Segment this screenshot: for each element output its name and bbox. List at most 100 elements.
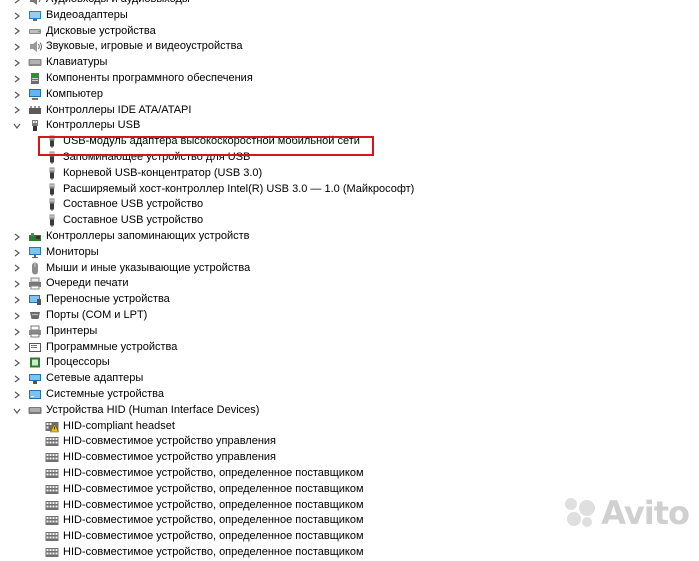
chevron-right-icon[interactable] bbox=[11, 0, 23, 8]
chevron-right-icon[interactable] bbox=[11, 324, 23, 340]
audio-io-icon bbox=[28, 0, 42, 6]
tree-device[interactable]: Расширяемый хост-контроллер Intel(R) USB… bbox=[0, 182, 699, 198]
tree-category[interactable]: Переносные устройства bbox=[0, 292, 699, 308]
usb-plug-icon bbox=[45, 183, 59, 196]
usb-plug-icon bbox=[45, 167, 59, 180]
disk-drive-icon bbox=[28, 25, 42, 38]
tree-category[interactable]: Программные устройства bbox=[0, 340, 699, 356]
tree-item-label: HID-совместимое устройство, определенное… bbox=[63, 482, 364, 495]
chevron-right-icon[interactable] bbox=[11, 371, 23, 387]
tree-item-label: Компоненты программного обеспечения bbox=[46, 71, 253, 84]
tree-device[interactable]: HID-совместимое устройство, определенное… bbox=[0, 545, 699, 561]
tree-category[interactable]: Порты (COM и LPT) bbox=[0, 308, 699, 324]
chevron-right-icon[interactable] bbox=[11, 24, 23, 40]
chevron-right-icon[interactable] bbox=[11, 39, 23, 55]
tree-item-label: Клавиатуры bbox=[46, 56, 108, 69]
hid-device-icon bbox=[45, 483, 59, 496]
chevron-right-icon[interactable] bbox=[11, 387, 23, 403]
tree-category[interactable]: Очереди печати bbox=[0, 276, 699, 292]
tree-category[interactable]: Системные устройства bbox=[0, 387, 699, 403]
chevron-down-icon[interactable] bbox=[11, 403, 23, 419]
chevron-right-icon[interactable] bbox=[11, 245, 23, 261]
chevron-right-icon[interactable] bbox=[11, 355, 23, 371]
tree-device[interactable]: HID-совместимое устройство управления bbox=[0, 434, 699, 450]
tree-category[interactable]: Клавиатуры bbox=[0, 55, 699, 71]
tree-category[interactable]: Звуковые, игровые и видеоустройства bbox=[0, 39, 699, 55]
hid-warning-icon bbox=[45, 420, 59, 433]
tree-item-label: HID-совместимое устройство, определенное… bbox=[63, 514, 364, 527]
tree-device[interactable]: Составное USB устройство bbox=[0, 197, 699, 213]
tree-item-label: Устройства HID (Human Interface Devices) bbox=[46, 403, 260, 416]
tree-category[interactable]: Мыши и иные указывающие устройства bbox=[0, 261, 699, 277]
tree-device[interactable]: Составное USB устройство bbox=[0, 213, 699, 229]
tree-category[interactable]: Компоненты программного обеспечения bbox=[0, 71, 699, 87]
tree-item-label: HID-совместимое устройство управления bbox=[63, 451, 277, 464]
chevron-right-icon[interactable] bbox=[11, 71, 23, 87]
tree-category[interactable]: Устройства HID (Human Interface Devices) bbox=[0, 403, 699, 419]
tree-device[interactable]: USB-модуль адаптера высокоскоростной моб… bbox=[0, 134, 699, 150]
tree-item-label: Программные устройства bbox=[46, 340, 178, 353]
tree-category[interactable]: Дисковые устройства bbox=[0, 24, 699, 40]
tree-device[interactable]: Запоминающее устройство для USB bbox=[0, 150, 699, 166]
device-tree: Аудиовходы и аудиовыходыВидеоадаптеры Дис… bbox=[0, 0, 699, 561]
watermark-text: Avito bbox=[601, 494, 690, 532]
chevron-right-icon[interactable] bbox=[11, 276, 23, 292]
tree-item-label: Очереди печати bbox=[46, 277, 129, 290]
processor-icon bbox=[28, 356, 42, 369]
tree-device[interactable]: HID-совместимое устройство, определенное… bbox=[0, 466, 699, 482]
tree-item-label: HID-совместимое устройство, определенное… bbox=[63, 466, 364, 479]
tree-item-label: Контроллеры IDE ATA/ATAPI bbox=[46, 103, 192, 116]
hid-device-icon bbox=[45, 499, 59, 512]
tree-item-label: Видеоадаптеры bbox=[46, 8, 128, 21]
tree-category[interactable]: Процессоры bbox=[0, 355, 699, 371]
chevron-right-icon[interactable] bbox=[11, 229, 23, 245]
storage-controller-icon bbox=[28, 230, 42, 243]
usb-controller-icon bbox=[28, 119, 42, 132]
tree-category[interactable]: Сетевые адаптеры bbox=[0, 371, 699, 387]
system-device-icon bbox=[28, 388, 42, 401]
hid-device-icon bbox=[45, 467, 59, 480]
chevron-right-icon[interactable] bbox=[11, 340, 23, 356]
hid-device-icon bbox=[45, 451, 59, 464]
tree-item-label: Мыши и иные указывающие устройства bbox=[46, 261, 251, 274]
tree-item-label: HID-совместимое устройство, определенное… bbox=[63, 498, 364, 511]
tree-category[interactable]: Контроллеры IDE ATA/ATAPI bbox=[0, 103, 699, 119]
tree-category[interactable]: Компьютер bbox=[0, 87, 699, 103]
tree-category[interactable]: Аудиовходы и аудиовыходы bbox=[0, 0, 699, 8]
tree-item-label: Принтеры bbox=[46, 324, 98, 337]
tree-device[interactable]: HID-совместимое устройство управления bbox=[0, 450, 699, 466]
tree-device[interactable]: HID-compliant headset bbox=[0, 419, 699, 435]
tree-item-label: Процессоры bbox=[46, 356, 110, 369]
software-component-icon bbox=[28, 72, 42, 85]
tree-device[interactable]: Корневой USB-концентратор (USB 3.0) bbox=[0, 166, 699, 182]
chevron-right-icon[interactable] bbox=[11, 308, 23, 324]
tree-category[interactable]: Контроллеры запоминающих устройств bbox=[0, 229, 699, 245]
tree-item-label: HID-совместимое устройство, определенное… bbox=[63, 545, 364, 558]
tree-category[interactable]: Принтеры bbox=[0, 324, 699, 340]
tree-item-label: Расширяемый хост-контроллер Intel(R) USB… bbox=[63, 182, 415, 195]
hid-device-icon bbox=[45, 435, 59, 448]
monitor-icon bbox=[28, 246, 42, 259]
mouse-icon bbox=[28, 262, 42, 275]
print-queue-icon bbox=[28, 277, 42, 290]
tree-category[interactable]: Видеоадаптеры bbox=[0, 8, 699, 24]
chevron-right-icon[interactable] bbox=[11, 55, 23, 71]
tree-category[interactable]: Контроллеры USB bbox=[0, 118, 699, 134]
chevron-right-icon[interactable] bbox=[11, 103, 23, 119]
tree-category[interactable]: Мониторы bbox=[0, 245, 699, 261]
tree-item-label: HID-совместимое устройство управления bbox=[63, 435, 277, 448]
keyboard-icon bbox=[28, 56, 42, 69]
tree-item-label: Мониторы bbox=[46, 245, 99, 258]
ide-controller-icon bbox=[28, 104, 42, 117]
chevron-right-icon[interactable] bbox=[11, 261, 23, 277]
printer-icon bbox=[28, 325, 42, 338]
chevron-right-icon[interactable] bbox=[11, 87, 23, 103]
display-adapter-icon bbox=[28, 9, 42, 22]
tree-item-label: Составное USB устройство bbox=[63, 198, 204, 211]
chevron-right-icon[interactable] bbox=[11, 8, 23, 24]
tree-item-label: Дисковые устройства bbox=[46, 24, 156, 37]
chevron-down-icon[interactable] bbox=[11, 118, 23, 134]
tree-item-label: Порты (COM и LPT) bbox=[46, 308, 148, 321]
chevron-right-icon[interactable] bbox=[11, 292, 23, 308]
computer-icon bbox=[28, 88, 42, 101]
